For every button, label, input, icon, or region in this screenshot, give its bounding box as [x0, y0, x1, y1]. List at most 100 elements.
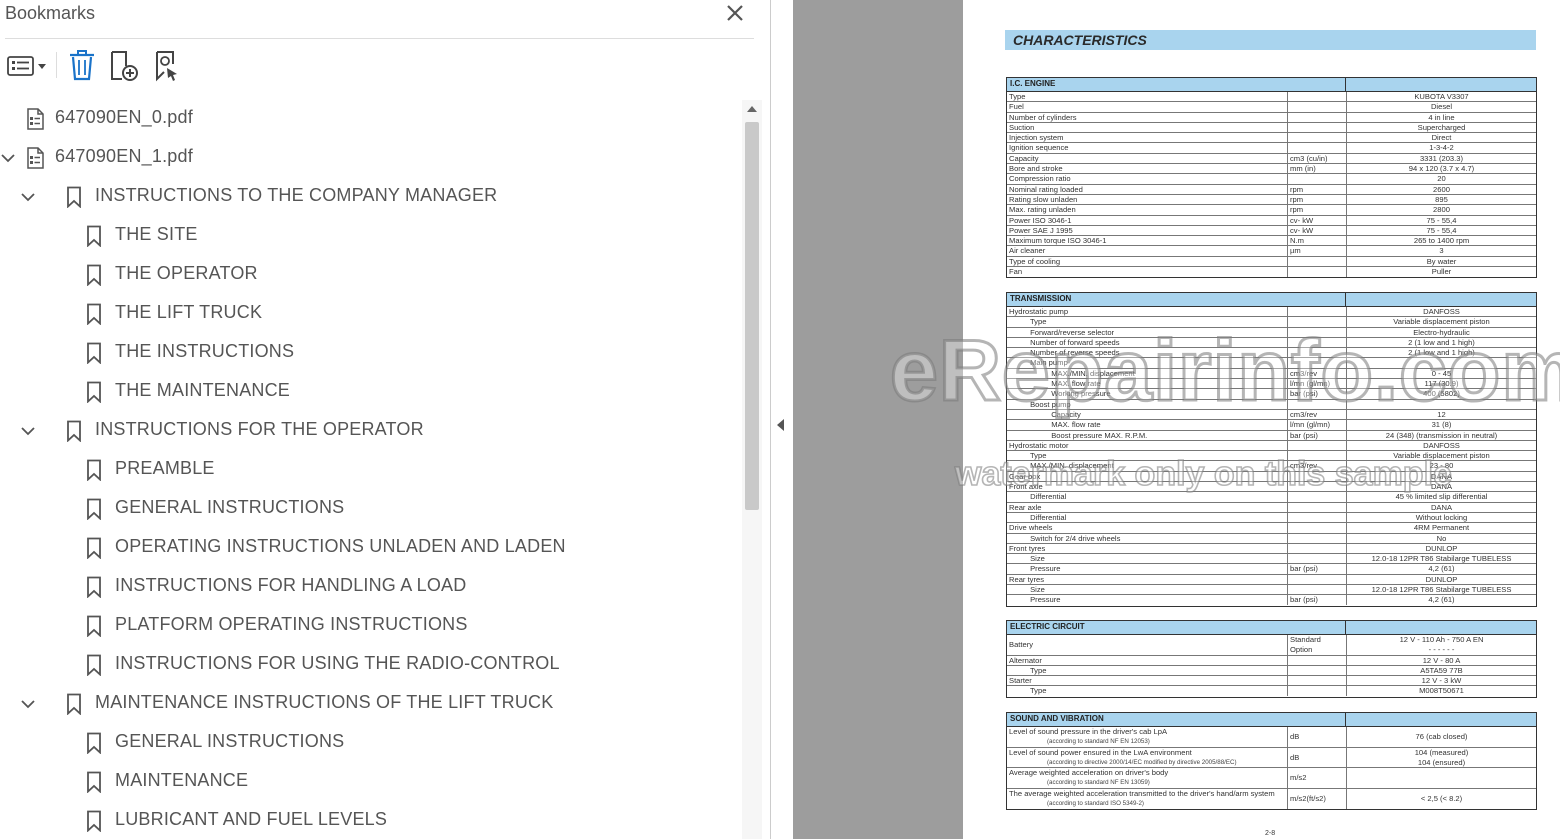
bookmark-item[interactable]: GENERAL INSTRUCTIONS — [0, 490, 740, 529]
spec-unit: m/s2(ft/s2) — [1287, 788, 1345, 809]
bookmark-label[interactable]: GENERAL INSTRUCTIONS — [115, 497, 344, 518]
table-row: Pressure bar (psi) 4,2 (61) — [1007, 564, 1536, 575]
chevron-down-icon[interactable] — [21, 697, 35, 711]
spec-value: 4,2 (61) — [1346, 564, 1536, 575]
table-row: Type M008T50671 — [1007, 686, 1536, 697]
spec-label-main: Average weighted acceleration on driver'… — [1009, 768, 1169, 777]
bookmark-label[interactable]: INSTRUCTIONS TO THE COMPANY MANAGER — [95, 185, 497, 206]
bookmark-item[interactable]: MAINTENANCE — [0, 763, 740, 802]
spec-label: Number of reverse speeds — [1009, 348, 1120, 358]
bookmark-label[interactable]: PLATFORM OPERATING INSTRUCTIONS — [115, 614, 468, 635]
spec-unit: l/mn (gl/mn) — [1287, 420, 1345, 431]
table-row: Boost pressure MAX. R.P.M. bar (psi) 24 (3… — [1007, 430, 1536, 441]
bookmark-label[interactable]: GENERAL INSTRUCTIONS — [115, 731, 344, 752]
bookmark-label[interactable]: PREAMBLE — [115, 458, 215, 479]
spec-value: DANA — [1346, 502, 1536, 513]
spec-label: Size — [1009, 585, 1045, 595]
table-row: MAX. flow rate l/mn (gl/mn) 31 (8) — [1007, 420, 1536, 431]
bookmark-item[interactable]: OPERATING INSTRUCTIONS UNLADEN AND LADEN — [0, 529, 740, 568]
spec-value: 400 (5802) — [1346, 389, 1536, 400]
chevron-down-icon[interactable] — [21, 424, 35, 438]
table-row: Rear axle DANA — [1007, 502, 1536, 513]
spec-label: Drive wheels — [1009, 523, 1053, 533]
bookmark-item[interactable]: THE SITE — [0, 217, 740, 256]
bookmark-item[interactable]: THE INSTRUCTIONS — [0, 334, 740, 373]
spec-label-reference: (according to standard ISO 5349-2) — [1047, 799, 1144, 807]
bookmark-label[interactable]: INSTRUCTIONS FOR THE OPERATOR — [95, 419, 424, 440]
bookmark-item[interactable]: THE LIFT TRUCK — [0, 295, 740, 334]
bookmark-label[interactable]: THE SITE — [115, 224, 198, 245]
collapse-left-arrow-icon[interactable] — [777, 419, 784, 431]
bookmark-item[interactable]: THE OPERATOR — [0, 256, 740, 295]
spec-label: Front tyres — [1009, 543, 1046, 553]
table-row: Differential Without locking — [1007, 512, 1536, 524]
spec-value: DANFOSS — [1346, 307, 1536, 317]
bookmark-item[interactable]: LUBRICANT AND FUEL LEVELS — [0, 802, 740, 839]
bookmark-label[interactable]: THE OPERATOR — [115, 263, 258, 284]
spec-label: Differential — [1009, 492, 1067, 502]
bookmarks-scrollbar[interactable] — [742, 100, 762, 839]
spec-value: DUNLOP — [1346, 574, 1536, 585]
bookmark-item[interactable]: INSTRUCTIONS FOR HANDLING A LOAD — [0, 568, 740, 607]
spec-value: Supercharged — [1346, 122, 1536, 133]
bookmark-item[interactable]: THE MAINTENANCE — [0, 373, 740, 412]
bookmark-label[interactable]: INSTRUCTIONS FOR USING THE RADIO-CONTROL — [115, 653, 560, 674]
table-row: Level of sound pressure in the driver's … — [1007, 727, 1536, 748]
spec-label: Fan — [1009, 267, 1023, 277]
delete-bookmark-button[interactable] — [67, 46, 97, 86]
table-row: Number of reverse speeds 2 (1 low and 1 h… — [1007, 348, 1536, 359]
table-row: Max. rating unladen rpm 2800 — [1007, 205, 1536, 216]
bookmark-label[interactable]: INSTRUCTIONS FOR HANDLING A LOAD — [115, 575, 466, 596]
spec-label: Front axle — [1009, 482, 1043, 492]
bookmark-label[interactable]: LUBRICANT AND FUEL LEVELS — [115, 809, 387, 830]
bookmark-label[interactable]: MAINTENANCE INSTRUCTIONS OF THE LIFT TRU… — [95, 692, 553, 713]
spec-label: Power ISO 3046-1 — [1009, 215, 1072, 225]
spec-label: Level of sound pressure in the driver's … — [1009, 727, 1285, 746]
bookmark-label[interactable]: THE LIFT TRUCK — [115, 302, 262, 323]
bookmark-icon — [67, 186, 81, 208]
table-title: TRANSMISSION — [1010, 294, 1072, 303]
options-menu-button[interactable] — [6, 46, 48, 86]
bookmark-file-item[interactable]: 647090EN_0.pdf — [0, 100, 740, 139]
bookmark-item[interactable]: PREAMBLE — [0, 451, 740, 490]
spec-value: 2800 — [1346, 205, 1536, 216]
bookmark-item[interactable]: INSTRUCTIONS FOR USING THE RADIO-CONTROL — [0, 646, 740, 685]
bookmark-label[interactable]: THE MAINTENANCE — [115, 380, 290, 401]
bookmark-label[interactable]: 647090EN_1.pdf — [55, 146, 193, 167]
spec-label: Power SAE J 1995 — [1009, 225, 1073, 235]
bookmark-item[interactable]: PLATFORM OPERATING INSTRUCTIONS — [0, 607, 740, 646]
table-row: Bore and stroke mm (in) 94 x 120 (3.7 x 4.… — [1007, 164, 1536, 175]
scroll-up-arrow-icon[interactable] — [747, 106, 757, 112]
bookmark-icon — [87, 615, 101, 637]
battery-option-label: Option — [1290, 644, 1313, 654]
spec-label: Gear box — [1009, 471, 1041, 481]
bookmark-label[interactable]: OPERATING INSTRUCTIONS UNLADEN AND LADEN — [115, 536, 566, 557]
bookmark-label[interactable]: 647090EN_0.pdf — [55, 107, 193, 128]
bookmark-item[interactable]: MAINTENANCE INSTRUCTIONS OF THE LIFT TRU… — [0, 685, 740, 724]
bookmark-item[interactable]: INSTRUCTIONS FOR THE OPERATOR — [0, 412, 740, 451]
find-bookmark-button[interactable] — [152, 46, 184, 86]
bookmark-item[interactable]: GENERAL INSTRUCTIONS — [0, 724, 740, 763]
chevron-down-icon[interactable] — [1, 151, 15, 165]
battery-options-cell: Standard Option — [1287, 635, 1345, 655]
spec-unit — [1287, 440, 1345, 451]
spec-unit — [1287, 174, 1345, 185]
spec-value: DANFOSS — [1346, 440, 1536, 451]
chevron-down-icon[interactable] — [21, 190, 35, 204]
bookmark-label[interactable]: THE INSTRUCTIONS — [115, 341, 294, 362]
bookmark-label[interactable]: MAINTENANCE — [115, 770, 248, 791]
scrollbar-thumb[interactable] — [745, 122, 759, 510]
spec-value: 76 (cab closed) — [1346, 727, 1536, 747]
table-row: Average weighted acceleration on driver'… — [1007, 768, 1536, 789]
new-bookmark-button[interactable] — [108, 46, 140, 86]
close-icon[interactable] — [724, 2, 746, 24]
table-row: Working pressure bar (psi) 400 (5802) — [1007, 389, 1536, 400]
bookmark-file-item[interactable]: 647090EN_1.pdf — [0, 139, 740, 178]
spec-value: 117 (30.9) — [1346, 379, 1536, 390]
spec-label: MAX./MIN. displacement — [1009, 461, 1114, 471]
spec-label: Fuel — [1009, 102, 1024, 112]
bookmark-item[interactable]: INSTRUCTIONS TO THE COMPANY MANAGER — [0, 178, 740, 217]
table-row: Level of sound power ensured in the LwA … — [1007, 747, 1536, 768]
spec-unit: cm3/rev — [1287, 368, 1345, 379]
spec-value: Puller — [1346, 267, 1536, 278]
